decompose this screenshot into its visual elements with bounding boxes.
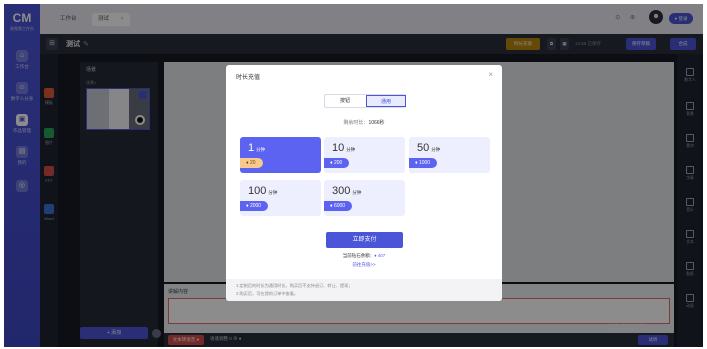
dialog-title: 时长充值 bbox=[236, 75, 261, 81]
segment-general[interactable]: 通用 bbox=[366, 95, 406, 107]
diamond-balance: 当前钻石余额：♦ 407 bbox=[226, 253, 502, 259]
plan-minutes: 50 分钟 bbox=[417, 142, 440, 154]
plan-minutes: 100 分钟 bbox=[248, 185, 277, 197]
plan-unit: 分钟 bbox=[346, 147, 356, 152]
remain-label: 剩余时长： bbox=[343, 120, 369, 126]
plan-minutes: 10 分钟 bbox=[332, 142, 355, 154]
balance-label: 当前钻石余额： bbox=[342, 253, 375, 258]
footnote-line: 1.定制后的时长为通用时长，购买后不支持退订、转让、提现； bbox=[236, 283, 353, 288]
plan-minutes-value: 300 bbox=[332, 185, 351, 197]
pay-now-button[interactable]: 立即支付 bbox=[326, 232, 403, 248]
plan-cost: ♦ 1000 bbox=[409, 158, 438, 168]
plan-minutes-value: 10 bbox=[332, 142, 345, 154]
plan-card-300[interactable]: 300 分钟 ♦ 6000 bbox=[324, 180, 405, 216]
segment-button[interactable]: 按钮 bbox=[325, 95, 365, 107]
recharge-link[interactable]: 前往充值>> bbox=[226, 262, 502, 268]
plan-minutes-value: 50 bbox=[417, 142, 430, 154]
mode-switch: 按钮 通用 bbox=[324, 94, 406, 108]
plan-minutes-value: 1 bbox=[248, 142, 255, 154]
plan-cost: ♦ 2000 bbox=[240, 201, 269, 211]
footnote-line: 2.购买后，可在我的订单中查看。 bbox=[236, 291, 299, 296]
plan-unit: 分钟 bbox=[431, 147, 441, 152]
plan-card-10[interactable]: 10 分钟 ♦ 200 bbox=[324, 137, 405, 173]
plan-unit: 分钟 bbox=[256, 147, 266, 152]
plan-unit: 分钟 bbox=[268, 190, 278, 195]
plan-card-1[interactable]: 1 分钟 ♦ 20 bbox=[240, 137, 321, 173]
balance-value: ♦ 407 bbox=[374, 253, 386, 258]
dialog-footnote: 1.定制后的时长为通用时长，购买后不支持退订、转让、提现； 2.购买后，可在我的… bbox=[226, 279, 502, 301]
plan-cost: ♦ 6000 bbox=[324, 201, 353, 211]
close-icon[interactable]: × bbox=[488, 70, 493, 79]
remain-value: 1066秒 bbox=[368, 120, 385, 126]
plan-unit: 分钟 bbox=[352, 190, 362, 195]
app-window: CM 易视频工作台 ⌂ 工作台 ☺ 数字人分身 ▣ 作品管理 ▤ 我的 ◎ 工作… bbox=[4, 4, 703, 347]
plan-card-50[interactable]: 50 分钟 ♦ 1000 bbox=[409, 137, 490, 173]
remaining-time: 剩余时长：1066秒 bbox=[226, 119, 502, 126]
recharge-dialog: 时长充值 × 按钮 通用 剩余时长：1066秒 1 分钟 ♦ 20 10 分钟 ♦ … bbox=[226, 65, 502, 301]
plan-minutes-value: 100 bbox=[248, 185, 267, 197]
plan-cost: ♦ 20 bbox=[240, 158, 263, 168]
plan-cost: ♦ 200 bbox=[324, 158, 350, 168]
plan-minutes: 1 分钟 bbox=[248, 142, 265, 154]
plan-minutes: 300 分钟 bbox=[332, 185, 361, 197]
plan-card-100[interactable]: 100 分钟 ♦ 2000 bbox=[240, 180, 321, 216]
